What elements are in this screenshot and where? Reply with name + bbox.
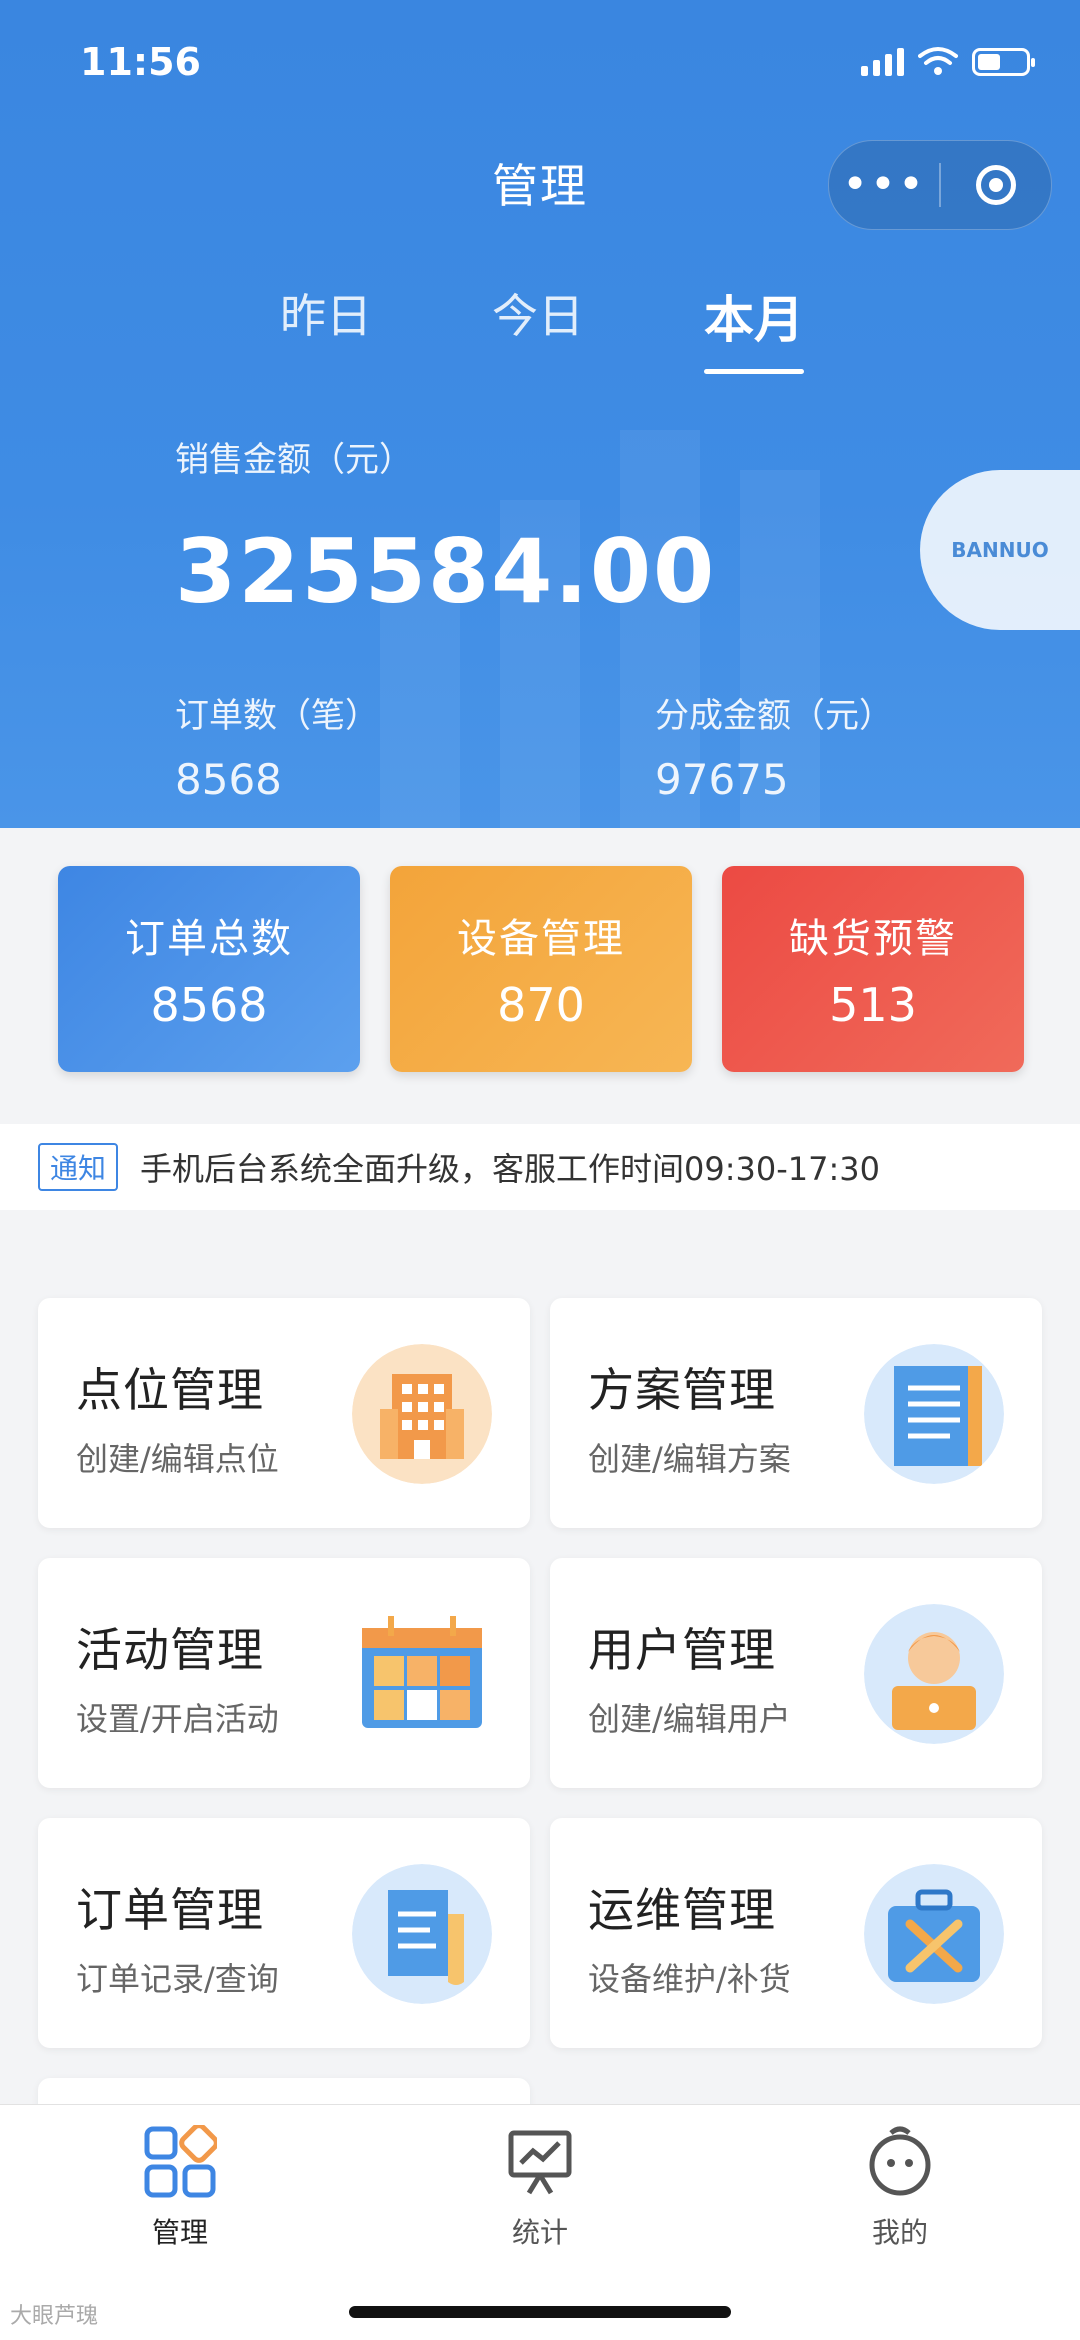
orders-value: 8568 bbox=[175, 755, 282, 804]
sales-amount: 325584.00 bbox=[175, 520, 717, 623]
menu-subtitle: 订单记录/查询 bbox=[76, 1960, 279, 1998]
tab-label: 管理 bbox=[151, 2216, 208, 2249]
bottom-tab-bar: 管理 统计 我的 大眼芦瑰 bbox=[0, 2104, 1080, 2340]
card-value: 8568 bbox=[150, 978, 268, 1032]
tab-this-month[interactable]: 本月 bbox=[704, 280, 804, 374]
card-total-orders[interactable]: 订单总数 8568 bbox=[58, 866, 360, 1072]
summary-cards: 订单总数 8568 设备管理 870 缺货预警 513 bbox=[58, 866, 1024, 1072]
tab-today[interactable]: 今日 bbox=[492, 280, 584, 374]
profile-face-icon bbox=[869, 2126, 931, 2196]
share-label: 分成金额（元） bbox=[655, 696, 893, 736]
toolbox-icon bbox=[864, 1864, 1004, 2004]
menu-title: 点位管理 bbox=[76, 1363, 264, 1417]
menu-title: 方案管理 bbox=[588, 1363, 776, 1417]
tab-label: 我的 bbox=[871, 2216, 928, 2249]
card-value: 870 bbox=[497, 978, 585, 1032]
tab-statistics[interactable]: 统计 bbox=[440, 2125, 640, 2251]
menu-title: 用户管理 bbox=[588, 1623, 776, 1677]
menu-point-management[interactable]: 点位管理 创建/编辑点位 bbox=[38, 1298, 530, 1528]
menu-maintenance-management[interactable]: 运维管理 设备维护/补货 bbox=[550, 1818, 1042, 2048]
document-icon bbox=[864, 1344, 1004, 1484]
miniprogram-capsule: ••• bbox=[828, 140, 1052, 230]
calendar-icon bbox=[362, 1616, 482, 1728]
menu-activity-management[interactable]: 活动管理 设置/开启活动 bbox=[38, 1558, 530, 1788]
menu-subtitle: 创建/编辑方案 bbox=[588, 1440, 791, 1478]
menu-title: 订单管理 bbox=[76, 1883, 264, 1937]
notice-bar[interactable]: 通知 手机后台系统全面升级，客服工作时间09:30-17:30 bbox=[0, 1124, 1080, 1210]
menu-user-management[interactable]: 用户管理 创建/编辑用户 bbox=[550, 1558, 1042, 1788]
sales-label: 销售金额（元） bbox=[175, 440, 413, 480]
grid-icon bbox=[144, 2123, 219, 2198]
menu-plan-management[interactable]: 方案管理 创建/编辑方案 bbox=[550, 1298, 1042, 1528]
wifi-icon bbox=[918, 47, 958, 75]
share-value: 97675 bbox=[655, 755, 789, 804]
orders-stat: 订单数（笔） 8568 bbox=[175, 688, 379, 804]
tab-manage[interactable]: 管理 bbox=[80, 2123, 280, 2251]
period-tabs: 昨日 今日 本月 bbox=[280, 280, 804, 374]
chart-board-icon bbox=[508, 2130, 572, 2195]
card-device-management[interactable]: 设备管理 870 bbox=[390, 866, 692, 1072]
menu-subtitle: 创建/编辑点位 bbox=[76, 1440, 279, 1478]
card-title: 订单总数 bbox=[125, 916, 293, 962]
close-button[interactable] bbox=[941, 165, 1051, 205]
order-icon bbox=[352, 1864, 492, 2004]
building-icon bbox=[352, 1344, 492, 1484]
notice-text: 手机后台系统全面升级，客服工作时间09:30-17:30 bbox=[140, 1150, 881, 1188]
watermark: 大眼芦瑰 bbox=[10, 2304, 99, 2329]
menu-subtitle: 创建/编辑用户 bbox=[588, 1700, 791, 1738]
card-title: 缺货预警 bbox=[789, 916, 957, 962]
card-value: 513 bbox=[829, 978, 917, 1032]
card-stock-alert[interactable]: 缺货预警 513 bbox=[722, 866, 1024, 1072]
notice-tag: 通知 bbox=[38, 1143, 119, 1191]
management-menu: 点位管理 创建/编辑点位 方案管理 创建/编辑方案 活动管理 设置/开启活动 用… bbox=[38, 1298, 1042, 2118]
signal-icon bbox=[861, 46, 904, 76]
target-icon bbox=[976, 165, 1016, 205]
menu-subtitle: 设备维护/补货 bbox=[588, 1960, 791, 1998]
orders-label: 订单数（笔） bbox=[175, 696, 379, 736]
status-time: 11:56 bbox=[80, 40, 201, 84]
tab-label: 统计 bbox=[511, 2216, 568, 2249]
menu-title: 活动管理 bbox=[76, 1623, 264, 1677]
battery-icon bbox=[972, 48, 1035, 76]
tab-yesterday[interactable]: 昨日 bbox=[280, 280, 372, 374]
tab-mine[interactable]: 我的 bbox=[800, 2125, 1000, 2251]
menu-order-management[interactable]: 订单管理 订单记录/查询 bbox=[38, 1818, 530, 2048]
menu-subtitle: 设置/开启活动 bbox=[76, 1700, 279, 1738]
card-title: 设备管理 bbox=[457, 916, 625, 962]
share-stat: 分成金额（元） 97675 bbox=[655, 688, 893, 804]
brand-logo-badge[interactable]: BANNUO bbox=[920, 470, 1080, 630]
brand-logo-text: BANNUO bbox=[951, 538, 1049, 562]
home-indicator bbox=[349, 2306, 731, 2318]
header-panel: 11:56 管理 ••• 昨日 今日 本月 销售金额（元） 325584.00 … bbox=[0, 0, 1080, 828]
menu-title: 运维管理 bbox=[588, 1883, 776, 1937]
more-button[interactable]: ••• bbox=[829, 163, 939, 207]
status-bar: 11:56 bbox=[80, 40, 1035, 90]
user-icon bbox=[864, 1604, 1004, 1744]
